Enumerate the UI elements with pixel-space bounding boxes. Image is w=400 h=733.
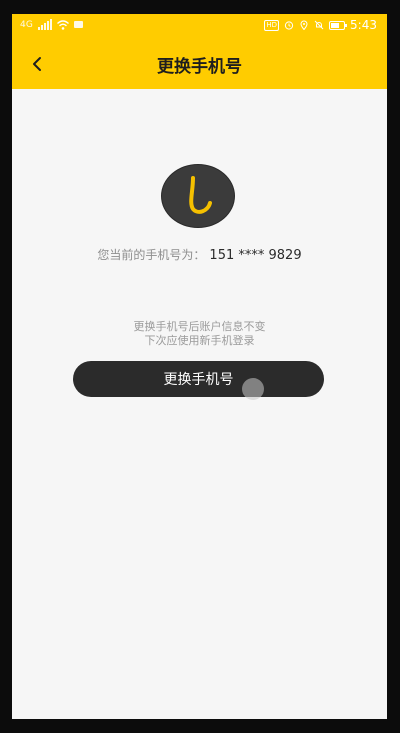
page-title: 更换手机号 — [157, 57, 242, 77]
notice-line-1: 更换手机号后账户信息不变 — [133, 320, 266, 333]
location-icon — [300, 20, 308, 30]
change-phone-button[interactable]: 更换手机号 — [73, 361, 324, 397]
current-phone-number: 151 **** 9829 — [209, 248, 302, 263]
app-logo-icon — [161, 164, 235, 228]
current-phone-row: 您当前的手机号为： 151 **** 9829 — [12, 246, 387, 263]
notice-line-2: 下次应使用新手机登录 — [144, 334, 255, 347]
signal-icon — [38, 19, 53, 30]
logo-mark — [189, 176, 212, 214]
status-bar-left: 4G — [20, 19, 84, 30]
message-icon — [74, 21, 84, 28]
current-phone-label: 您当前的手机号为： — [97, 248, 206, 262]
status-bar-right: HD 5:43 — [264, 18, 377, 32]
battery-icon — [329, 20, 348, 30]
app-header: 更换手机号 — [12, 38, 387, 89]
mute-icon — [314, 20, 324, 30]
hd-badge: HD — [264, 19, 280, 31]
notice-text: 更换手机号后账户信息不变 下次应使用新手机登录 — [12, 320, 387, 348]
carrier-label: 4G — [20, 19, 34, 30]
alarm-icon — [284, 21, 294, 30]
status-time: 5:43 — [350, 18, 377, 32]
wifi-icon — [57, 19, 70, 30]
touch-indicator — [242, 378, 264, 400]
phone-screen: 4G HD 5:43 更换手机号 您当前的手机号为： 151 **** 9829… — [12, 14, 387, 719]
status-bar: 4G HD 5:43 — [12, 14, 387, 38]
